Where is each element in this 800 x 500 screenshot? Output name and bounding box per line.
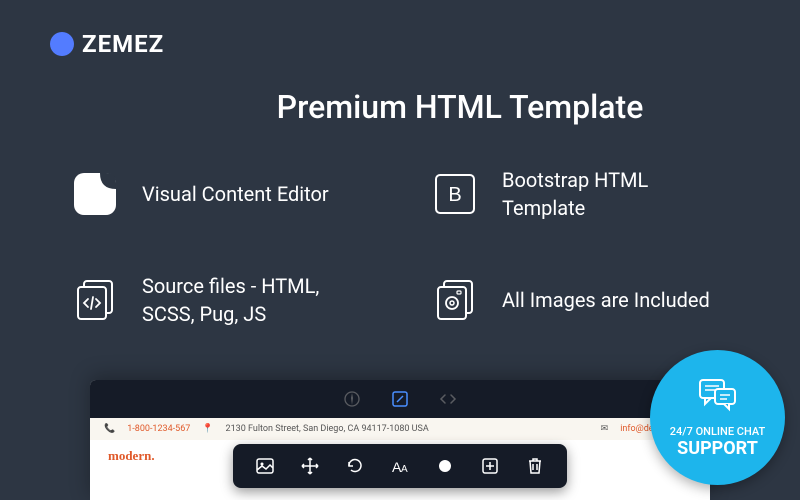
source-icon [70, 275, 120, 325]
bootstrap-icon: B [430, 169, 480, 219]
refresh-tool-icon[interactable] [345, 456, 365, 476]
preview-tabs [90, 380, 710, 418]
code-icon[interactable] [439, 390, 457, 408]
images-icon [430, 275, 480, 325]
text-tool-icon[interactable]: AA [390, 456, 410, 476]
image-tool-icon[interactable] [255, 456, 275, 476]
trash-tool-icon[interactable] [525, 456, 545, 476]
shape-icon [70, 169, 120, 219]
feature-label: Bootstrap HTML Template [502, 166, 730, 222]
svg-text:A: A [401, 464, 408, 475]
feature-label: Visual Content Editor [142, 180, 329, 208]
logo-text: ZEMEZ [82, 30, 164, 58]
feature-source-files: Source files - HTML, SCSS, Pug, JS [70, 272, 370, 328]
icon-mail: ✉ [601, 424, 609, 434]
preview-phone: 1-800-1234-567 [127, 424, 190, 434]
feature-label: Source files - HTML, SCSS, Pug, JS [142, 272, 370, 328]
preview-infobar: 📞 1-800-1234-567 📍 2130 Fulton Street, S… [90, 418, 710, 440]
feature-bootstrap: B Bootstrap HTML Template [430, 166, 730, 222]
circle-tool-icon[interactable] [435, 456, 455, 476]
move-tool-icon[interactable] [300, 456, 320, 476]
svg-text:B: B [448, 184, 461, 206]
support-line2: SUPPORT [677, 438, 758, 459]
editor-toolbar: AA [233, 444, 567, 488]
features-grid: Visual Content Editor B Bootstrap HTML T… [50, 166, 750, 328]
edit-icon[interactable] [391, 390, 409, 408]
feature-images: All Images are Included [430, 272, 730, 328]
page-title: Premium HTML Template [50, 88, 750, 126]
feature-visual-editor: Visual Content Editor [70, 166, 370, 222]
icon-phone: 📞 [104, 424, 115, 434]
add-tool-icon[interactable] [480, 456, 500, 476]
feature-label: All Images are Included [502, 286, 710, 314]
support-line1: 24/7 ONLINE CHAT [670, 425, 765, 438]
compass-icon[interactable] [343, 390, 361, 408]
preview-address: 2130 Fulton Street, San Diego, CA 94117-… [226, 424, 429, 434]
support-badge[interactable]: 24/7 ONLINE CHAT SUPPORT [650, 350, 785, 485]
icon-pin: 📍 [202, 424, 213, 434]
brand-logo: ZEMEZ [50, 30, 750, 58]
logo-dot-icon [50, 32, 74, 56]
chat-icon [697, 377, 739, 419]
